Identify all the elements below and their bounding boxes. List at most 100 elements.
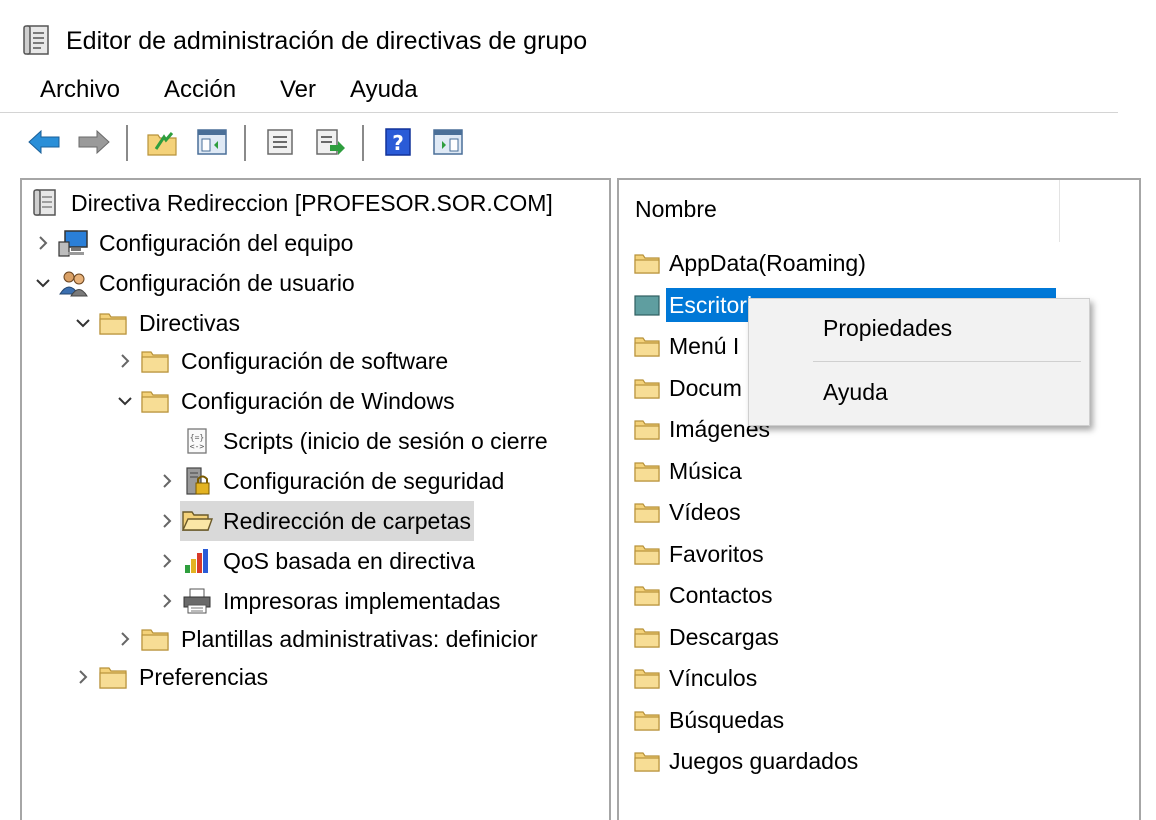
tree-node-label: Directivas [139,310,240,336]
security-lock-icon [180,462,214,500]
printer-icon [180,582,214,620]
folder-icon [138,382,172,420]
tree-node-qos[interactable]: QoS basada en directiva [154,542,478,580]
open-folder-icon [180,502,214,540]
tree-node-configuracion-usuario[interactable]: Configuración de usuario [30,264,358,302]
list-item[interactable]: Descargas [633,618,782,656]
chevron-right-icon[interactable] [30,224,56,262]
svg-text:<->: <-> [190,442,205,451]
up-folder-icon[interactable] [142,122,182,162]
chevron-down-icon[interactable] [112,382,138,420]
menu-accion[interactable]: Acción [160,74,240,106]
bar-chart-icon [180,542,214,580]
folder-icon [96,304,130,342]
list-item[interactable]: Música [633,452,745,490]
properties-icon[interactable] [260,122,300,162]
tree-node-label: Preferencias [139,664,269,690]
folder-icon [633,581,661,609]
context-menu-separator [813,361,1081,362]
svg-text:{=}: {=} [190,433,204,442]
list-item-label: Música [669,458,742,484]
tree-root[interactable]: Directiva Redireccion [PROFESOR.SOR.COM] [28,184,556,222]
folder-icon [138,620,172,658]
tree-node-label: Configuración de Windows [181,388,455,414]
chevron-right-icon[interactable] [112,620,138,658]
folder-icon [633,747,661,775]
chevron-down-icon[interactable] [30,264,56,302]
column-header-nombre[interactable]: Nombre [619,180,1060,242]
context-menu: Propiedades Ayuda [748,298,1090,426]
tree-node-label: Impresoras implementadas [223,588,501,614]
chevron-down-icon[interactable] [70,304,96,342]
folder-icon [138,342,172,380]
folder-icon [633,664,661,692]
menu-ayuda[interactable]: Ayuda [346,74,422,106]
tree-node-label: Plantillas administrativas: definicior [181,626,538,652]
tree-node-label: Configuración de software [181,348,449,374]
folder-icon [96,658,130,696]
help-icon[interactable]: ? [378,122,418,162]
tree-node-plantillas-administrativas[interactable]: Plantillas administrativas: definicior [112,620,541,658]
list-item-label: Favoritos [669,541,764,567]
list-item[interactable]: AppData(Roaming) [633,244,869,282]
chevron-right-icon[interactable] [112,342,138,380]
tree-node-redireccion-carpetas[interactable]: Redirección de carpetas [154,501,475,541]
chevron-right-icon[interactable] [154,542,180,580]
folder-icon [633,457,661,485]
details-list[interactable]: Nombre AppData(Roaming) Escritorio Menú ID… [617,178,1141,820]
gpo-editor-icon [22,24,52,58]
folder-icon [633,623,661,651]
tree-node-configuracion-software[interactable]: Configuración de software [112,342,451,380]
show-hide-tree-icon[interactable] [192,122,232,162]
toolbar-separator [244,125,246,161]
svg-text:?: ? [392,131,404,155]
folder-icon [633,332,661,360]
list-item[interactable]: Vídeos [633,493,744,531]
list-item-label: Vídeos [669,499,741,525]
toolbar-separator [126,125,128,161]
folder-icon [633,374,661,402]
list-item[interactable]: Búsquedas [633,701,787,739]
tree-node-label: Scripts (inicio de sesión o cierre [223,428,548,454]
tree-node-preferencias[interactable]: Preferencias [70,658,271,696]
list-item[interactable]: Vínculos [633,659,760,697]
menu-ver[interactable]: Ver [276,74,320,106]
list-item[interactable]: Menú I [633,327,742,365]
console-tree[interactable]: Directiva Redireccion [PROFESOR.SOR.COM]… [20,178,611,820]
tree-node-configuracion-equipo[interactable]: Configuración del equipo [30,224,356,262]
list-item[interactable]: Contactos [633,576,776,614]
list-item-label: Juegos guardados [669,748,859,774]
list-item[interactable]: Favoritos [633,535,767,573]
chevron-right-icon[interactable] [154,582,180,620]
folder-icon [633,415,661,443]
tree-selection-highlight: Redirección de carpetas [180,501,475,541]
tree-node-scripts[interactable]: {=} <-> Scripts (inicio de sesión o cierr… [154,422,551,460]
action-pane-icon[interactable] [428,122,468,162]
tree-node-label: Configuración de usuario [99,270,355,296]
tree-node-impresoras[interactable]: Impresoras implementadas [154,582,503,620]
menu-archivo[interactable]: Archivo [36,74,124,106]
context-menu-propiedades[interactable]: Propiedades [823,311,952,345]
list-item-label: Contactos [669,582,773,608]
chevron-right-icon[interactable] [154,462,180,500]
context-menu-ayuda[interactable]: Ayuda [823,375,888,409]
tree-node-configuracion-windows[interactable]: Configuración de Windows [112,382,458,420]
tree-node-label: Configuración de seguridad [223,468,505,494]
folder-icon [633,498,661,526]
script-icon: {=} <-> [180,422,214,460]
export-list-icon[interactable] [310,122,350,162]
chevron-right-icon[interactable] [154,502,180,540]
list-item-label: Búsquedas [669,707,785,733]
tree-node-configuracion-seguridad[interactable]: Configuración de seguridad [154,462,507,500]
list-item[interactable]: Juegos guardados [633,742,861,780]
toolbar: ? [0,112,1118,173]
list-item[interactable]: Docum [633,369,745,407]
chevron-right-icon[interactable] [70,658,96,696]
toolbar-separator [362,125,364,161]
tree-node-directivas[interactable]: Directivas [70,304,243,342]
forward-arrow-icon[interactable] [74,122,114,162]
folder-icon [633,706,661,734]
tree-node-label: Configuración del equipo [99,230,354,256]
tree-node-label: QoS basada en directiva [223,548,475,574]
back-arrow-icon[interactable] [24,122,64,162]
